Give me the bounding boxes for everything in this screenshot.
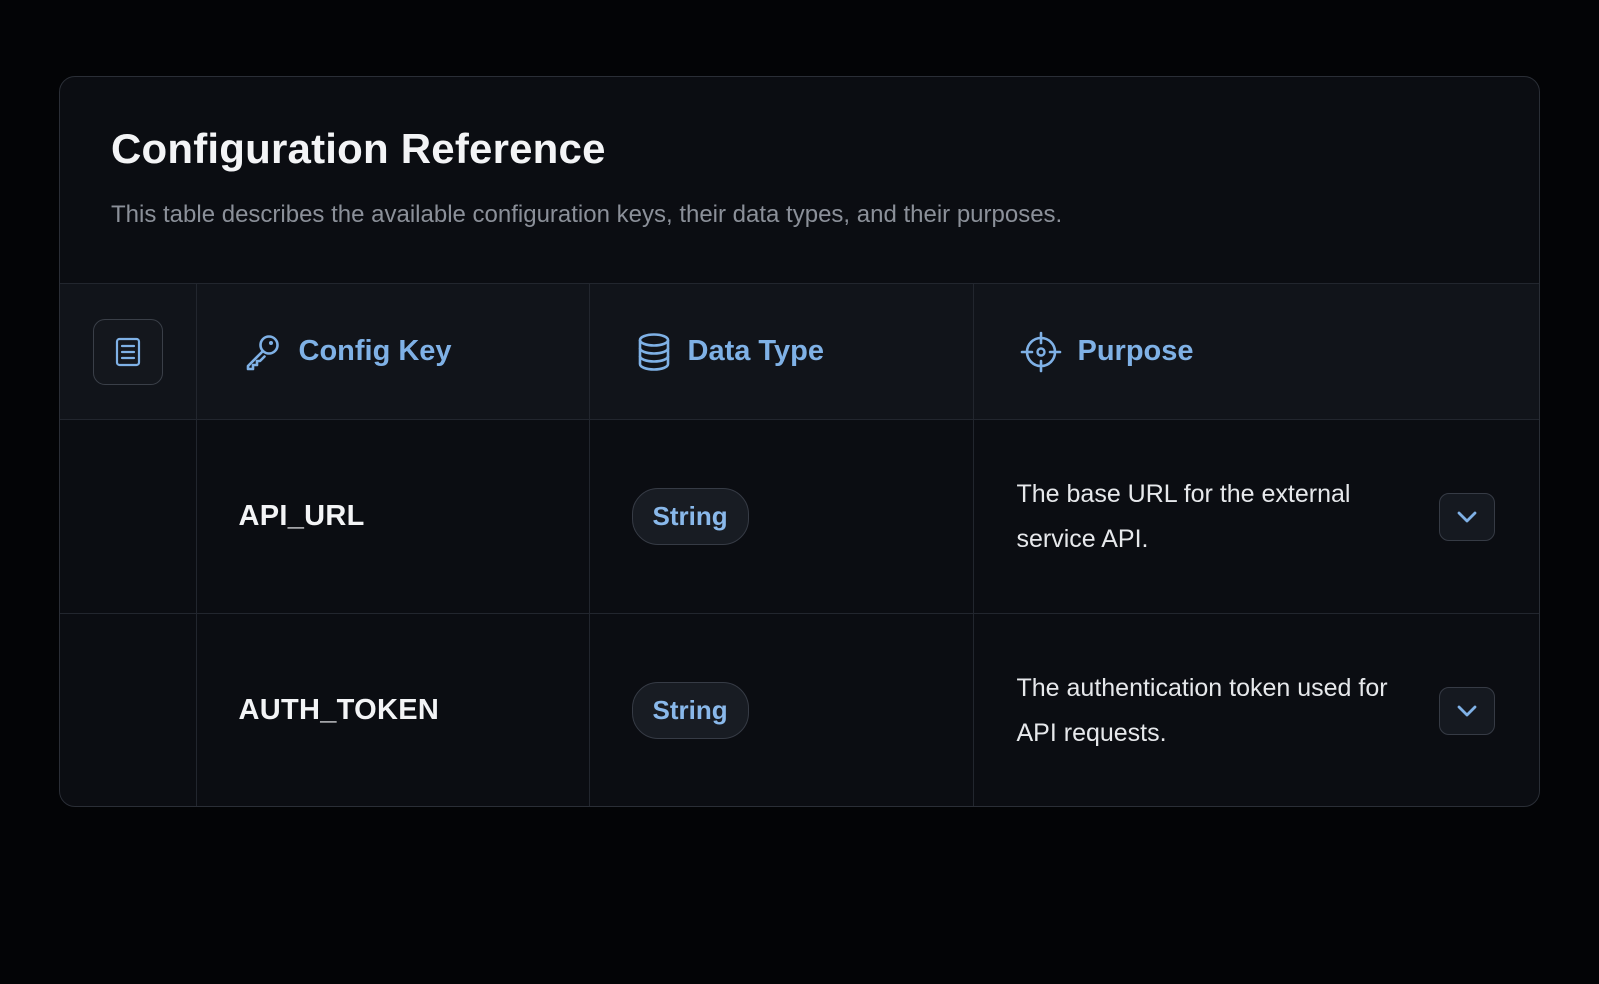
crosshair-icon <box>1020 331 1061 372</box>
table-row: API_URL String The base URL for the exte… <box>60 419 1539 614</box>
expand-row-button[interactable] <box>1439 492 1495 541</box>
purpose-text: The authentication token used for API re… <box>1016 673 1388 747</box>
row-icon-cell <box>60 613 197 806</box>
data-type-badge: String <box>631 682 749 740</box>
card-header: Configuration Reference This table descr… <box>60 77 1539 283</box>
page-title: Configuration Reference <box>111 125 606 172</box>
purpose-cell: The base URL for the external service AP… <box>973 419 1539 614</box>
config-table: Config Key Data Type Purpose API_URL Str… <box>60 283 1539 807</box>
purpose-text: The base URL for the external service AP… <box>1016 479 1351 553</box>
document-icon <box>115 337 140 366</box>
data-type-cell: String <box>589 419 974 614</box>
expand-row-button[interactable] <box>1439 686 1495 735</box>
table-row: AUTH_TOKEN String The authentication tok… <box>60 613 1539 807</box>
document-button[interactable] <box>92 318 163 385</box>
column-label: Config Key <box>298 335 452 367</box>
config-key-cell: AUTH_TOKEN <box>196 613 590 806</box>
header-cell-purpose: Purpose <box>973 283 1539 420</box>
database-icon <box>638 332 669 371</box>
config-reference-card: Configuration Reference This table descr… <box>59 76 1540 807</box>
header-cell-data-type: Data Type <box>589 283 974 420</box>
key-icon <box>246 334 279 370</box>
page-subtitle: This table describes the available confi… <box>111 201 1063 228</box>
header-cell-config-key: Config Key <box>196 283 590 420</box>
column-label: Purpose <box>1077 335 1194 367</box>
column-label: Data Type <box>687 335 824 367</box>
data-type-cell: String <box>589 613 974 806</box>
row-icon-cell <box>60 419 197 614</box>
header-cell-icon <box>60 283 197 420</box>
chevron-down-icon <box>1457 705 1477 717</box>
data-type-badge: String <box>631 488 749 545</box>
purpose-cell: The authentication token used for API re… <box>973 614 1539 807</box>
chevron-down-icon <box>1457 511 1477 522</box>
config-key-cell: API_URL <box>196 419 590 614</box>
table-header-row: Config Key Data Type Purpose <box>60 283 1539 420</box>
